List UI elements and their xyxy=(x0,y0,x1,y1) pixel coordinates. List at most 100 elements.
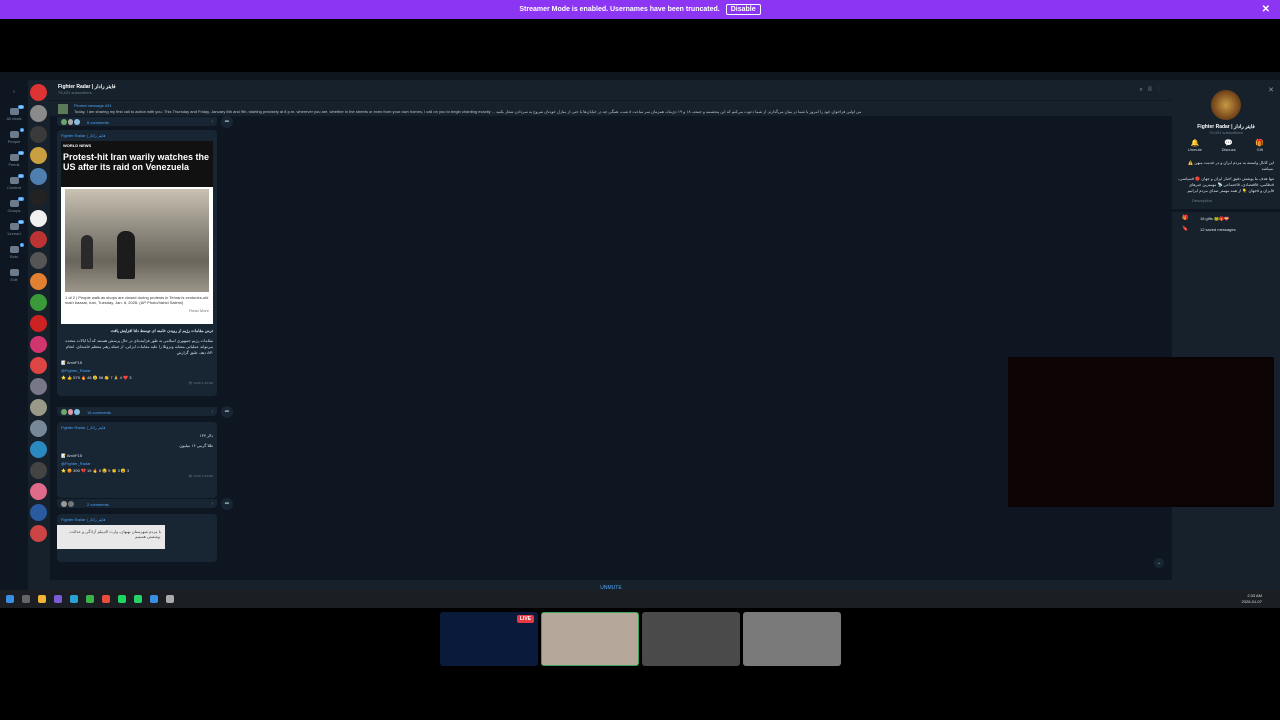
bookmark-icon: 🔖 xyxy=(1182,226,1189,232)
participant-tile[interactable] xyxy=(541,612,639,666)
folder-badge: 99 xyxy=(18,220,24,224)
chat-avatar[interactable] xyxy=(30,378,47,395)
folder-people[interactable]: 4 People xyxy=(0,126,28,149)
news-headline: Protest-hit Iran warily watches the US a… xyxy=(61,150,213,187)
group-icon: 17 xyxy=(9,197,24,207)
channel-actions: 🔔 Unmute 💬 Discuss 🎁 Gift xyxy=(1172,139,1280,152)
chat-avatar[interactable] xyxy=(30,231,47,248)
participant-tile[interactable] xyxy=(743,612,841,666)
unmute-action[interactable]: 🔔 Unmute xyxy=(1188,139,1202,152)
chat-avatar[interactable] xyxy=(30,483,47,500)
participant-tile-screen[interactable]: LIVE xyxy=(440,612,538,666)
header-tools: ⌕▯⋮ xyxy=(1140,87,1164,94)
post-line: دلار ۱۳۷ xyxy=(199,433,213,438)
channel-post: Fighter Radar | فایتر رادار WORLD NEWS P… xyxy=(57,130,217,396)
chevron-right-icon: › xyxy=(211,501,213,507)
news-photo xyxy=(65,189,209,292)
spotify-icon[interactable] xyxy=(118,595,126,603)
chat-avatar[interactable] xyxy=(30,84,47,101)
chat-avatar[interactable] xyxy=(30,126,47,143)
comments-bar[interactable]: 2 comments › xyxy=(57,498,217,508)
chat-avatar[interactable] xyxy=(30,399,47,416)
close-icon[interactable]: ✕ xyxy=(1262,4,1270,15)
image-preview[interactable]: با مردم شهرستان بهبهان، وارث الدیپلم آزا… xyxy=(57,525,165,549)
action-label: Unmute xyxy=(1187,147,1202,152)
folder-bots[interactable]: 1 Bots xyxy=(0,241,28,264)
chat-avatar[interactable] xyxy=(30,189,47,206)
app-icon[interactable] xyxy=(54,595,62,603)
chevron-right-icon: › xyxy=(211,119,213,125)
close-icon[interactable]: ✕ xyxy=(1268,86,1274,94)
chat-avatar[interactable] xyxy=(30,357,47,374)
saved-messages-row[interactable]: 🔖 12 saved messages xyxy=(1172,223,1280,234)
search-icon[interactable] xyxy=(22,595,30,603)
read-more: Read More xyxy=(189,308,209,313)
window-titlebar xyxy=(0,72,1280,80)
chat-avatar[interactable] xyxy=(30,525,47,542)
app-icon[interactable] xyxy=(166,595,174,603)
post-channel-name: Fighter Radar | فایتر رادار xyxy=(61,517,106,522)
chat-avatar[interactable] xyxy=(30,441,47,458)
disable-button[interactable]: Disable xyxy=(725,4,761,15)
chat-avatar[interactable] xyxy=(30,252,47,269)
folder-groups[interactable]: 17 Groups xyxy=(0,195,28,218)
clock-date: 2026-01-07 xyxy=(1241,599,1262,604)
folder-content[interactable]: 21 Content xyxy=(0,172,28,195)
channel-link[interactable]: @Fighter_Radar xyxy=(57,367,217,374)
chat-avatar[interactable] xyxy=(30,273,47,290)
chat-avatar[interactable] xyxy=(30,210,47,227)
search-icon[interactable]: ⌕ xyxy=(1140,87,1148,93)
gift-action[interactable]: 🎁 Gift xyxy=(1255,139,1264,152)
folder-all-chats[interactable]: 99 All chats xyxy=(0,103,28,126)
chat-header[interactable]: Fighter Radar | فایتر رادار 79,431 subsc… xyxy=(50,80,1172,100)
scroll-down-button[interactable]: ⌄ xyxy=(1154,558,1164,568)
chat-avatar[interactable] xyxy=(30,315,47,332)
post-channel-name: Fighter Radar | فایتر رادار xyxy=(61,425,106,430)
start-icon[interactable] xyxy=(6,595,14,603)
channel-subscribers: 79,431 subscribers xyxy=(1209,130,1243,135)
menu-icon[interactable]: ≡ xyxy=(0,80,28,103)
taskbar-clock[interactable]: 2:33 AM 2026-01-07 xyxy=(1242,593,1262,605)
share-icon[interactable]: ➦ xyxy=(221,116,233,128)
chat-avatar-active[interactable] xyxy=(30,168,47,185)
chat-subtitle: 79,431 subscribers xyxy=(58,90,92,95)
news-image[interactable]: WORLD NEWS Protest-hit Iran warily watch… xyxy=(61,141,213,324)
whatsapp-icon[interactable] xyxy=(134,595,142,603)
gifts-text: 16 gifts 🐸🎁💝 xyxy=(1200,216,1229,221)
folder-label: Bots xyxy=(9,254,18,259)
folder-unread[interactable]: 99 Unread xyxy=(0,218,28,241)
pinned-message-bar[interactable]: Pinned message #31 Today, I am sharing m… xyxy=(50,100,1172,116)
chat-avatar[interactable] xyxy=(30,336,47,353)
gifts-row[interactable]: 🎁 16 gifts 🐸🎁💝 xyxy=(1172,212,1280,223)
chat-avatar[interactable] xyxy=(30,147,47,164)
participant-tile[interactable] xyxy=(642,612,740,666)
comments-bar[interactable]: 6 comments › xyxy=(57,116,217,126)
folder-badge: 17 xyxy=(18,197,24,201)
chat-avatar[interactable] xyxy=(30,105,47,122)
folder-feeds[interactable]: 18 Feeds xyxy=(0,149,28,172)
telegram-icon[interactable] xyxy=(70,595,78,603)
taskbar: 2:33 AM 2026-01-07 xyxy=(0,590,1280,608)
comments-count: 15 comments xyxy=(87,410,112,415)
post-line: طلا گرمی ۱۶ میلیون xyxy=(179,443,213,448)
app-icon[interactable] xyxy=(86,595,94,603)
reactions[interactable]: ⭐ 👍 579 🔥 48 😢 98 👏 7 🙏 4 ❤️ 3 xyxy=(57,374,217,381)
feed-icon: 18 xyxy=(9,151,24,161)
explorer-icon[interactable] xyxy=(38,595,46,603)
reactions[interactable]: ⭐ 😡 390 💔 15 🔥 8 😢 9 👏 3 😮 3 xyxy=(57,467,217,474)
app-icon[interactable] xyxy=(150,595,158,603)
folder-label: Unread xyxy=(7,231,21,236)
app-icon[interactable] xyxy=(102,595,110,603)
folder-edit[interactable]: Edit xyxy=(0,264,28,287)
channel-link[interactable]: @Fighter_Radar xyxy=(57,460,217,467)
comments-bar[interactable]: 15 comments › xyxy=(57,406,217,416)
more-icon[interactable]: ⋮ xyxy=(1157,87,1164,93)
discuss-action[interactable]: 💬 Discuss xyxy=(1222,139,1236,152)
chat-avatar[interactable] xyxy=(30,462,47,479)
share-icon[interactable]: ➦ xyxy=(221,498,233,510)
chat-avatar[interactable] xyxy=(30,294,47,311)
folder-label: Groups xyxy=(7,208,21,213)
share-icon[interactable]: ➦ xyxy=(221,406,233,418)
chat-avatar[interactable] xyxy=(30,504,47,521)
chat-avatar[interactable] xyxy=(30,420,47,437)
